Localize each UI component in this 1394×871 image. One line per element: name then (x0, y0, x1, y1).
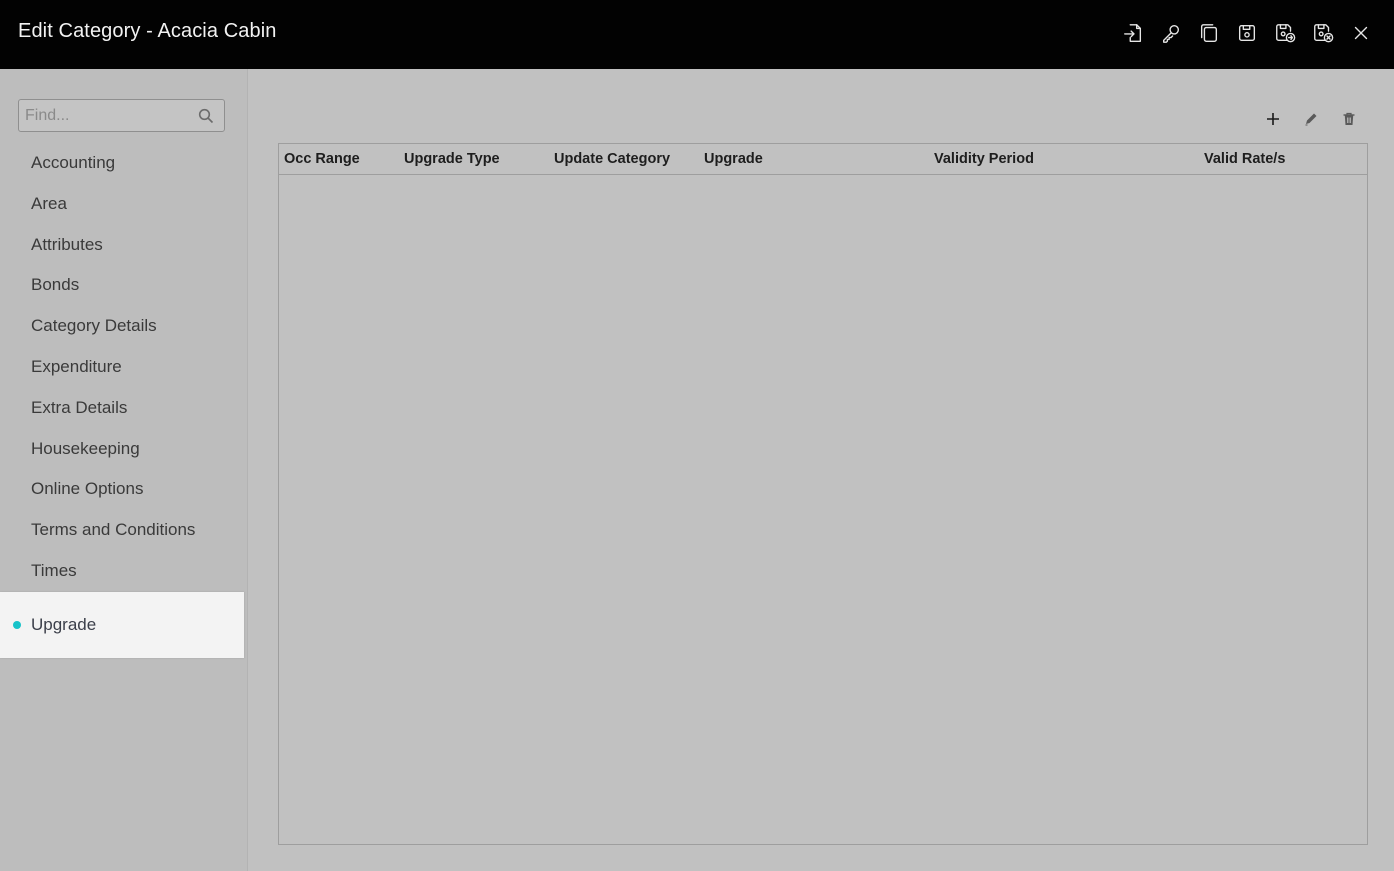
column-header-validity-period[interactable]: Validity Period (934, 151, 1034, 167)
copy-button[interactable] (1190, 22, 1228, 48)
sidebar-item-label: Online Options (31, 479, 144, 499)
column-header-upgrade[interactable]: Upgrade (704, 151, 763, 167)
window-title: Edit Category - Acacia Cabin (18, 20, 277, 42)
save-button[interactable] (1228, 22, 1266, 48)
sidebar-item-accounting[interactable]: Accounting (0, 143, 247, 184)
sidebar-item-attributes[interactable]: Attributes (0, 225, 247, 266)
key-icon (1160, 22, 1182, 49)
active-indicator-dot (13, 620, 21, 629)
sidebar-item-area[interactable]: Area (0, 184, 247, 225)
column-header-update-category[interactable]: Update Category (554, 151, 670, 167)
add-icon (1265, 111, 1281, 132)
sidebar-item-bonds[interactable]: Bonds (0, 265, 247, 306)
title-bar: Edit Category - Acacia Cabin (0, 0, 1394, 69)
delete-icon (1341, 111, 1357, 132)
search-input[interactable] (25, 106, 190, 126)
save-and-close-button[interactable] (1304, 22, 1342, 48)
close-button[interactable] (1342, 22, 1380, 48)
column-header-valid-rates[interactable]: Valid Rate/s (1204, 151, 1285, 167)
sidebar-item-label: Upgrade (31, 614, 97, 634)
sidebar-item-label: Accounting (31, 153, 116, 172)
copy-icon (1198, 22, 1220, 49)
sidebar-item-online-options[interactable]: Online Options (0, 469, 247, 510)
sidebar-nav: Accounting Area Attributes Bonds Categor… (0, 143, 247, 658)
save-and-new-button[interactable] (1266, 22, 1304, 48)
sidebar-item-label: Expenditure (31, 356, 122, 376)
close-icon (1350, 22, 1372, 49)
sidebar-item-label: Area (31, 193, 67, 213)
sidebar-item-label: Times (31, 560, 77, 580)
main-panel: Occ Range Upgrade Type Update Category U… (248, 69, 1394, 871)
add-button[interactable] (1254, 107, 1292, 135)
sidebar-item-label: Bonds (31, 275, 80, 295)
sidebar-item-label: Category Details (31, 316, 157, 336)
sidebar-item-expenditure[interactable]: Expenditure (0, 347, 247, 388)
search-icon[interactable] (198, 108, 214, 124)
sidebar-item-label: Extra Details (31, 397, 128, 417)
sidebar-item-category-details[interactable]: Category Details (0, 306, 247, 347)
sidebar-item-label: Attributes (31, 234, 103, 254)
sidebar-item-label: Terms and Conditions (31, 520, 196, 540)
save-and-close-icon (1312, 22, 1334, 49)
delete-button[interactable] (1330, 107, 1368, 135)
title-actions (1114, 22, 1380, 48)
export-button[interactable] (1114, 22, 1152, 48)
sidebar-item-extra-details[interactable]: Extra Details (0, 388, 247, 429)
key-button[interactable] (1152, 22, 1190, 48)
sidebar-item-terms-and-conditions[interactable]: Terms and Conditions (0, 510, 247, 551)
sidebar-item-upgrade[interactable]: Upgrade (0, 591, 244, 658)
column-header-occ-range[interactable]: Occ Range (284, 151, 360, 167)
sidebar-item-times[interactable]: Times (0, 551, 247, 592)
grid-header: Occ Range Upgrade Type Update Category U… (279, 144, 1367, 175)
edit-icon (1303, 111, 1319, 132)
sidebar-item-label: Housekeeping (31, 438, 140, 458)
save-icon (1236, 22, 1258, 49)
column-header-upgrade-type[interactable]: Upgrade Type (404, 151, 500, 167)
export-icon (1122, 22, 1144, 49)
save-and-new-icon (1274, 22, 1296, 49)
search-box (18, 99, 225, 132)
sidebar-item-housekeeping[interactable]: Housekeeping (0, 429, 247, 470)
edit-button[interactable] (1292, 107, 1330, 135)
upgrade-grid: Occ Range Upgrade Type Update Category U… (278, 143, 1368, 845)
sidebar: Accounting Area Attributes Bonds Categor… (0, 69, 248, 871)
grid-toolbar (1254, 107, 1368, 135)
